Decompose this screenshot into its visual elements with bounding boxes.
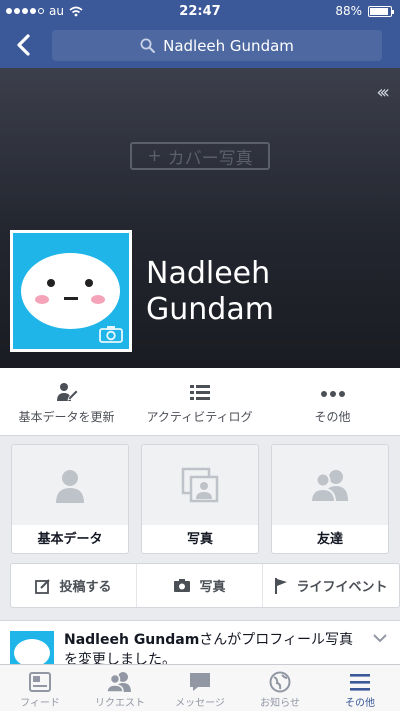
life-event-label: ライフイベント — [296, 580, 388, 595]
compose-icon — [35, 578, 51, 594]
back-arrow-icon[interactable] — [10, 30, 38, 60]
tab-feed-label: フィード — [20, 698, 60, 709]
life-event-button[interactable]: ライフイベント — [263, 564, 399, 607]
profile-name-line1: Nadleeh — [146, 256, 271, 291]
chevron-down-icon[interactable] — [372, 633, 388, 643]
menu-icon — [350, 674, 370, 691]
story-author[interactable]: Nadleeh Gundam — [64, 632, 199, 648]
status-bar: au 22:47 88% — [0, 0, 400, 22]
cover-photo: ‹‹‹ + カバー写真 Nadleeh Gundam — [0, 68, 400, 368]
profile-picture[interactable] — [10, 230, 132, 352]
tab-messages[interactable]: メッセージ — [160, 665, 240, 711]
collapse-icon[interactable]: ‹‹‹ — [376, 82, 389, 103]
requests-icon — [106, 672, 131, 693]
plus-icon: + — [147, 146, 162, 166]
photos-card[interactable]: 写真 — [141, 444, 259, 554]
battery-icon — [368, 5, 394, 17]
feed-icon — [29, 672, 51, 692]
photos-card-label: 写真 — [186, 532, 213, 547]
tab-requests[interactable]: リクエスト — [80, 665, 160, 711]
search-text: Nadleeh Gundam — [163, 36, 294, 55]
activity-log-label: アクティビティログ — [146, 410, 253, 424]
battery-area: 88% — [335, 4, 394, 18]
tab-messages-label: メッセージ — [175, 698, 225, 709]
add-cover-photo-button[interactable]: + カバー写真 — [130, 142, 270, 170]
edit-profile-icon — [56, 383, 78, 401]
update-info-button[interactable]: 基本データを更新 — [0, 368, 133, 436]
flag-icon — [275, 577, 288, 594]
friends-card-label: 友達 — [316, 532, 343, 547]
friends-icon — [310, 470, 348, 503]
friends-card[interactable]: 友達 — [271, 444, 389, 554]
search-icon — [140, 38, 156, 53]
post-button[interactable]: 投稿する — [11, 564, 137, 607]
more-button[interactable]: その他 — [266, 368, 399, 436]
more-icon — [320, 391, 345, 397]
list-icon — [189, 385, 210, 400]
post-label: 投稿する — [59, 580, 112, 595]
messages-icon — [190, 673, 210, 691]
more-label: その他 — [314, 410, 351, 424]
avatar-face — [21, 253, 120, 329]
tab-bar: フィード リクエスト メッセージ お知らせ その他 — [0, 664, 400, 711]
add-cover-label: カバー写真 — [167, 148, 253, 169]
battery-percent: 88% — [335, 4, 362, 18]
photos-icon — [181, 467, 219, 503]
top-bar: au 22:47 88% Nadleeh Gundam — [0, 0, 400, 68]
tab-more-label: その他 — [345, 698, 375, 709]
camera-icon — [174, 579, 191, 592]
search-field[interactable]: Nadleeh Gundam — [52, 30, 382, 61]
tab-more[interactable]: その他 — [320, 665, 400, 711]
activity-log-button[interactable]: アクティビティログ — [133, 368, 266, 436]
composer-bar: 投稿する 写真 ライフイベント — [10, 563, 400, 608]
person-icon — [56, 470, 84, 503]
about-card[interactable]: 基本データ — [11, 444, 129, 554]
profile-actions: 基本データを更新 アクティビティログ その他 — [0, 368, 400, 436]
camera-icon[interactable] — [99, 325, 123, 343]
tab-feed[interactable]: フィード — [0, 665, 80, 711]
update-info-label: 基本データを更新 — [18, 410, 115, 424]
profile-name: Nadleeh Gundam — [146, 256, 274, 328]
tab-notifications-label: お知らせ — [260, 698, 300, 709]
about-card-label: 基本データ — [37, 532, 103, 547]
photo-button[interactable]: 写真 — [137, 564, 263, 607]
globe-icon — [269, 671, 291, 693]
profile-name-line2: Gundam — [146, 292, 274, 327]
tab-requests-label: リクエスト — [95, 698, 145, 709]
tab-notifications[interactable]: お知らせ — [240, 665, 320, 711]
feed-story[interactable]: Nadleeh Gundamさんがプロフィール写真を変更しました。 — [0, 620, 400, 670]
photo-label: 写真 — [199, 580, 226, 595]
